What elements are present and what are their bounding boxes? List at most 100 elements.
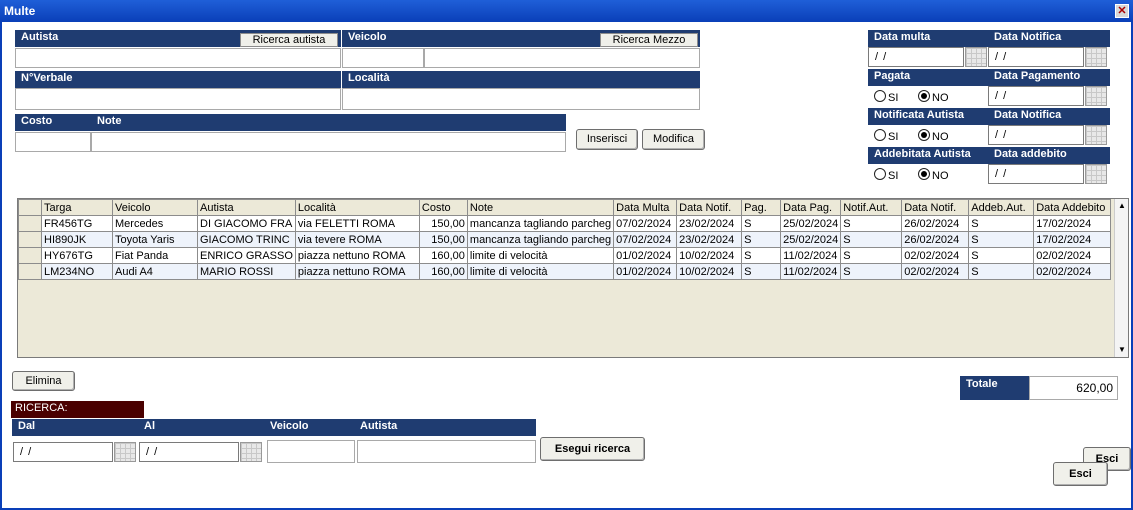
table-cell[interactable]: limite di velocità bbox=[466, 247, 615, 264]
table-cell[interactable]: mancanza tagliando parcheg bbox=[466, 215, 615, 232]
table-cell[interactable]: S bbox=[840, 247, 903, 264]
column-header[interactable]: Data Multa bbox=[613, 199, 678, 216]
ricerca-mezzo-button[interactable]: Ricerca Mezzo bbox=[600, 33, 698, 47]
data-notifica-field[interactable]: / / bbox=[988, 47, 1084, 67]
dal-date-field[interactable]: / / bbox=[13, 442, 113, 462]
table-cell[interactable]: 25/02/2024 bbox=[780, 231, 842, 248]
column-header[interactable]: Addeb.Aut. bbox=[968, 199, 1035, 216]
table-cell[interactable]: 160,00 bbox=[418, 263, 468, 280]
table-cell[interactable]: 11/02/2024 bbox=[780, 263, 842, 280]
column-header[interactable]: Data Pag. bbox=[780, 199, 842, 216]
table-cell[interactable]: 11/02/2024 bbox=[780, 247, 842, 264]
column-header[interactable]: Note bbox=[466, 199, 615, 216]
calendar-icon[interactable] bbox=[1085, 125, 1107, 145]
table-cell[interactable]: mancanza tagliando parcheg bbox=[466, 231, 615, 248]
table-cell[interactable]: via FELETTI ROMA bbox=[294, 215, 420, 232]
table-cell[interactable]: 26/02/2024 bbox=[901, 231, 970, 248]
table-cell[interactable]: piazza nettuno ROMA bbox=[294, 263, 420, 280]
table-cell[interactable]: 02/02/2024 bbox=[1033, 247, 1112, 264]
table-cell[interactable]: S bbox=[968, 231, 1035, 248]
table-cell[interactable]: S bbox=[840, 263, 903, 280]
calendar-icon[interactable] bbox=[965, 47, 987, 67]
table-cell[interactable]: S bbox=[741, 231, 782, 248]
table-cell[interactable]: S bbox=[840, 215, 903, 232]
table-cell[interactable]: LM234NO bbox=[41, 263, 113, 280]
table-cell[interactable]: 01/02/2024 bbox=[613, 247, 678, 264]
scroll-up-icon[interactable]: ▲ bbox=[1115, 199, 1129, 213]
table-cell[interactable]: GIACOMO TRINC bbox=[197, 231, 296, 248]
table-cell[interactable]: HY676TG bbox=[41, 247, 113, 264]
table-cell[interactable]: 10/02/2024 bbox=[676, 247, 743, 264]
row-selector[interactable] bbox=[18, 263, 42, 280]
column-header[interactable]: Data Addebito bbox=[1033, 199, 1112, 216]
column-header[interactable]: Pag. bbox=[741, 199, 782, 216]
calendar-icon[interactable] bbox=[240, 442, 262, 462]
table-cell[interactable]: 02/02/2024 bbox=[901, 263, 970, 280]
table-row[interactable]: HY676TG Fiat Panda ENRICO GRASSO piazza net… bbox=[18, 247, 1112, 264]
calendar-icon[interactable] bbox=[114, 442, 136, 462]
esegui-ricerca-button[interactable]: Esegui ricerca bbox=[540, 437, 645, 461]
column-header[interactable]: Veicolo bbox=[112, 199, 198, 216]
table-cell[interactable]: 02/02/2024 bbox=[901, 247, 970, 264]
table-cell[interactable]: 150,00 bbox=[418, 231, 468, 248]
close-icon[interactable]: ✕ bbox=[1115, 4, 1129, 18]
table-cell[interactable]: S bbox=[741, 263, 782, 280]
calendar-icon[interactable] bbox=[1085, 164, 1107, 184]
table-cell[interactable]: limite di velocità bbox=[466, 263, 615, 280]
table-cell[interactable]: S bbox=[840, 231, 903, 248]
elimina-button[interactable]: Elimina bbox=[12, 371, 75, 391]
calendar-icon[interactable] bbox=[1085, 47, 1107, 67]
autista-field[interactable] bbox=[15, 48, 341, 68]
addebitata-si-radio[interactable]: SI bbox=[874, 168, 898, 182]
modifica-button[interactable]: Modifica bbox=[642, 129, 705, 150]
scroll-down-icon[interactable]: ▼ bbox=[1115, 343, 1129, 357]
column-header[interactable]: Autista bbox=[197, 199, 296, 216]
addebitata-no-radio[interactable]: NO bbox=[918, 168, 949, 182]
row-selector[interactable] bbox=[18, 231, 42, 248]
veicolo-id-field[interactable] bbox=[342, 48, 424, 68]
table-cell[interactable]: 10/02/2024 bbox=[676, 263, 743, 280]
table-row[interactable]: LM234NO Audi A4 MARIO ROSSI piazza nettuno … bbox=[18, 263, 1112, 280]
row-selector[interactable] bbox=[18, 215, 42, 232]
table-cell[interactable]: S bbox=[968, 247, 1035, 264]
table-cell[interactable]: Audi A4 bbox=[112, 263, 198, 280]
ricerca-autista-button[interactable]: Ricerca autista bbox=[240, 33, 338, 47]
data-notifica2-field[interactable]: / / bbox=[988, 125, 1084, 145]
table-cell[interactable]: ENRICO GRASSO bbox=[197, 247, 296, 264]
column-header[interactable]: Costo bbox=[418, 199, 468, 216]
table-cell[interactable]: DI GIACOMO FRA bbox=[197, 215, 296, 232]
veicolo-search-field[interactable] bbox=[267, 440, 355, 463]
note-field[interactable] bbox=[91, 132, 566, 152]
table-cell[interactable]: via tevere ROMA bbox=[294, 231, 420, 248]
al-date-field[interactable]: / / bbox=[139, 442, 239, 462]
vertical-scrollbar[interactable]: ▲ ▼ bbox=[1114, 199, 1128, 357]
inserisci-button[interactable]: Inserisci bbox=[576, 129, 638, 150]
calendar-icon[interactable] bbox=[1085, 86, 1107, 106]
column-header[interactable]: Località bbox=[294, 199, 420, 216]
table-cell[interactable]: FR456TG bbox=[41, 215, 113, 232]
data-pagamento-field[interactable]: / / bbox=[988, 86, 1084, 106]
table-cell[interactable]: 25/02/2024 bbox=[780, 215, 842, 232]
table-cell[interactable]: 23/02/2024 bbox=[676, 215, 743, 232]
data-addebito-field[interactable]: / / bbox=[988, 164, 1084, 184]
notificata-si-radio[interactable]: SI bbox=[874, 129, 898, 143]
table-cell[interactable]: 23/02/2024 bbox=[676, 231, 743, 248]
table-cell[interactable]: Mercedes bbox=[112, 215, 198, 232]
table-cell[interactable]: S bbox=[741, 247, 782, 264]
table-cell[interactable]: 160,00 bbox=[418, 247, 468, 264]
autista-search-field[interactable] bbox=[357, 440, 536, 463]
esci-button[interactable]: Esci bbox=[1053, 462, 1108, 486]
table-cell[interactable]: Toyota Yaris bbox=[112, 231, 198, 248]
table-cell[interactable]: HI890JK bbox=[41, 231, 113, 248]
table-cell[interactable]: S bbox=[968, 263, 1035, 280]
data-multa-field[interactable]: / / bbox=[868, 47, 964, 67]
notificata-no-radio[interactable]: NO bbox=[918, 129, 949, 143]
table-cell[interactable]: S bbox=[968, 215, 1035, 232]
table-cell[interactable]: 150,00 bbox=[418, 215, 468, 232]
column-header[interactable]: Targa bbox=[41, 199, 113, 216]
table-cell[interactable]: MARIO ROSSI bbox=[197, 263, 296, 280]
table-cell[interactable]: S bbox=[741, 215, 782, 232]
table-cell[interactable]: 26/02/2024 bbox=[901, 215, 970, 232]
pagata-no-radio[interactable]: NO bbox=[918, 90, 949, 104]
table-row[interactable]: FR456TG Mercedes DI GIACOMO FRA via FELETTI… bbox=[18, 215, 1112, 232]
